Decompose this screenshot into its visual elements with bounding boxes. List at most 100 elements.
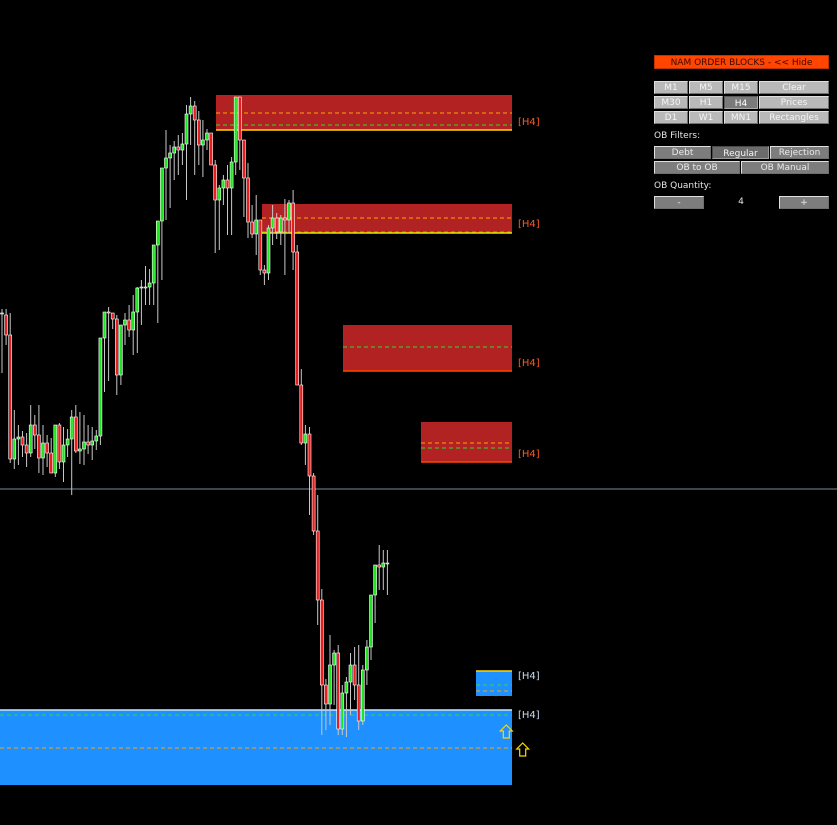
bear-candle-body: [295, 251, 300, 386]
bear-candle-body: [20, 436, 25, 446]
bull-candle-body: [147, 282, 152, 288]
bear-candle-body: [49, 452, 54, 474]
candle: [69, 410, 74, 495]
candle: [258, 219, 263, 275]
candle: [123, 313, 127, 345]
bull-candle-body: [373, 564, 377, 596]
candle: [356, 645, 361, 730]
bull-candle-body: [229, 161, 234, 189]
prices-button[interactable]: Prices: [759, 96, 829, 109]
bear-candle-body: [176, 146, 181, 151]
candle: [110, 312, 115, 329]
quantity-increase-button[interactable]: +: [779, 196, 829, 209]
bear-candle-body: [57, 424, 62, 463]
candle: [188, 97, 193, 145]
candle: [119, 324, 123, 385]
bull-candle-body: [65, 438, 70, 446]
bull-candle-body: [61, 444, 66, 463]
timeframe-m15-button[interactable]: M15: [724, 81, 758, 94]
bull-candle-body: [233, 96, 238, 163]
bull-candle-body: [131, 311, 135, 331]
timeframe-mn1-button[interactable]: MN1: [724, 111, 758, 124]
candle: [278, 215, 283, 245]
zone-timeframe-label: [H4]: [518, 358, 540, 369]
hide-panel-button[interactable]: NAM ORDER BLOCKS - << Hide: [654, 55, 829, 69]
ob-filters-label: OB Filters:: [654, 131, 701, 141]
bull-candle-body: [41, 442, 45, 459]
candle: [303, 425, 308, 465]
candle: [65, 429, 70, 457]
candle: [168, 145, 172, 208]
candle: [86, 425, 90, 454]
candle: [381, 550, 386, 590]
bull-candle-body: [344, 681, 349, 694]
bear-candle-body: [192, 105, 197, 121]
supply-zone: [421, 422, 512, 462]
bull-candle-body: [217, 187, 222, 201]
bull-candle-body: [369, 594, 373, 648]
filter-regular-button[interactable]: Regular: [712, 146, 769, 159]
filter-rejection-button[interactable]: Rejection: [770, 146, 829, 159]
bull-candle-body: [139, 286, 144, 289]
bull-candle-body: [53, 424, 58, 474]
candle: [266, 225, 271, 280]
candlesticks: [0, 96, 390, 737]
candle: [233, 96, 238, 175]
bull-candle-body: [270, 217, 275, 229]
candle: [315, 495, 320, 625]
candle: [20, 431, 25, 457]
bull-candle-body: [98, 337, 103, 437]
candle: [336, 645, 341, 735]
bear-candle-body: [127, 319, 131, 331]
candle: [49, 438, 54, 474]
candle: [90, 427, 94, 460]
bull-candle-body: [221, 179, 226, 189]
filter-debt-button[interactable]: Debt: [654, 146, 711, 159]
candle: [254, 195, 258, 255]
candle: [291, 190, 295, 270]
candle: [151, 244, 156, 305]
candle: [12, 410, 17, 469]
bear-candle-body: [197, 119, 201, 146]
timeframe-d1-button[interactable]: D1: [654, 111, 688, 124]
bear-candle-body: [315, 530, 320, 601]
candle: [131, 295, 135, 355]
quantity-decrease-button[interactable]: -: [654, 196, 704, 209]
timeframe-h1-button[interactable]: H1: [689, 96, 723, 109]
supply-zone: [343, 325, 512, 371]
bear-candle-body: [262, 269, 267, 274]
timeframe-w1-button[interactable]: W1: [689, 111, 723, 124]
bear-candle-body: [311, 475, 316, 532]
bear-candle-body: [86, 441, 90, 446]
candle: [205, 129, 209, 150]
bear-candle-body: [4, 314, 8, 336]
candle: [332, 650, 336, 705]
clear-button[interactable]: Clear: [759, 81, 829, 94]
bear-candle-body: [336, 652, 341, 730]
bull-candle-body: [303, 433, 308, 444]
candle: [299, 369, 304, 445]
bear-candle-body: [319, 599, 324, 686]
ob-manual-button[interactable]: OB Manual: [741, 161, 829, 174]
bull-candle-body: [381, 562, 386, 568]
candle: [139, 280, 144, 325]
candle: [102, 311, 107, 392]
candle: [229, 157, 234, 235]
bear-candle-body: [307, 433, 312, 477]
candle: [32, 415, 37, 449]
rectangles-button[interactable]: Rectangles: [759, 111, 829, 124]
candle: [53, 424, 58, 477]
bull-candle-body: [180, 143, 185, 151]
quantity-value: 4: [738, 197, 744, 207]
candle: [192, 101, 197, 175]
candle: [115, 315, 119, 395]
zone-timeframe-label: [H4]: [518, 117, 540, 128]
timeframe-m5-button[interactable]: M5: [689, 81, 723, 94]
bull-candle-body: [156, 220, 160, 246]
ob-to-ob-button[interactable]: OB to OB: [654, 161, 740, 174]
timeframe-m1-button[interactable]: M1: [654, 81, 688, 94]
timeframe-m30-button[interactable]: M30: [654, 96, 688, 109]
timeframe-h4-button[interactable]: H4: [724, 96, 758, 109]
candle: [41, 425, 45, 475]
bull-candle-body: [143, 286, 148, 289]
